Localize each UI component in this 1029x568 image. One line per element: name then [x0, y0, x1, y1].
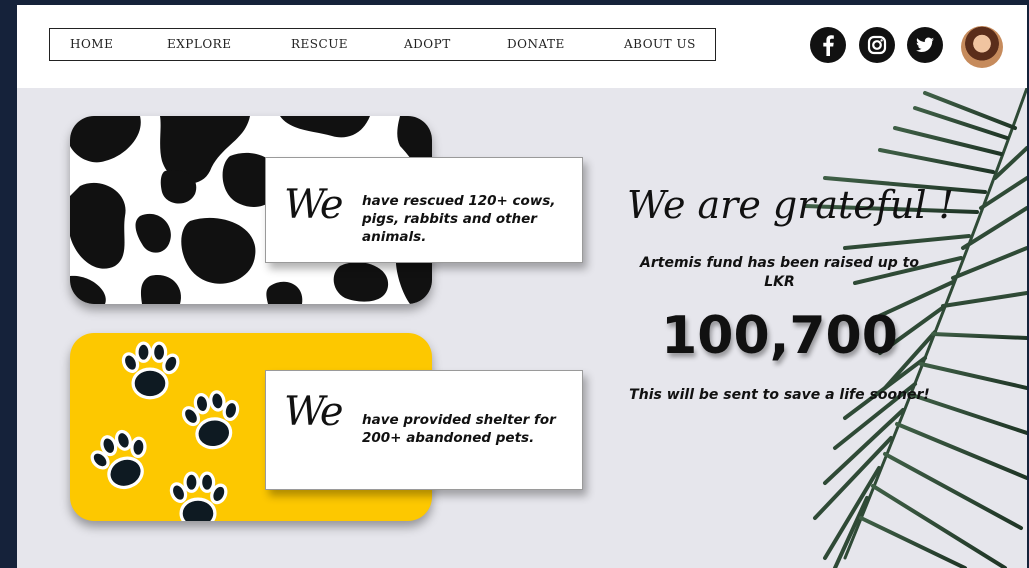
paw-icon — [119, 341, 183, 400]
facebook-icon[interactable] — [810, 27, 846, 63]
paw-icon — [167, 471, 231, 521]
paw-icon — [82, 422, 161, 498]
main-nav: HOME EXPLORE RESCUE ADOPT DONATE ABOUT U… — [49, 28, 716, 61]
nav-donate[interactable]: DONATE — [507, 29, 565, 60]
shelter-stat-text: have provided shelter for 200+ abandoned… — [362, 412, 556, 446]
nav-home[interactable]: HOME — [70, 29, 113, 60]
nav-adopt[interactable]: ADOPT — [404, 29, 451, 60]
fund-amount: 100,700 — [661, 306, 898, 366]
instagram-icon[interactable] — [859, 27, 895, 63]
nav-explore[interactable]: EXPLORE — [167, 29, 231, 60]
we-heading: We — [284, 182, 344, 228]
twitter-icon[interactable] — [907, 27, 943, 63]
rescue-stat-box: We have rescued 120+ cows, pigs, rabbits… — [265, 157, 583, 263]
rescue-stat-text: have rescued 120+ cows, pigs, rabbits an… — [362, 193, 556, 245]
we-heading: We — [284, 389, 344, 435]
nav-about-us[interactable]: ABOUT US — [624, 29, 696, 60]
shelter-stat-box: We have provided shelter for 200+ abando… — [265, 370, 583, 490]
hero-title: We are grateful ! — [627, 183, 954, 227]
page-frame: HOME EXPLORE RESCUE ADOPT DONATE ABOUT U… — [17, 5, 1027, 568]
paw-icon — [176, 386, 248, 455]
header: HOME EXPLORE RESCUE ADOPT DONATE ABOUT U… — [17, 5, 1027, 88]
fund-note: This will be sent to save a life sooner! — [629, 387, 930, 403]
fund-text: Artemis fund has been raised up to LKR — [640, 255, 919, 290]
nav-rescue[interactable]: RESCUE — [291, 29, 348, 60]
avatar[interactable] — [961, 26, 1003, 68]
